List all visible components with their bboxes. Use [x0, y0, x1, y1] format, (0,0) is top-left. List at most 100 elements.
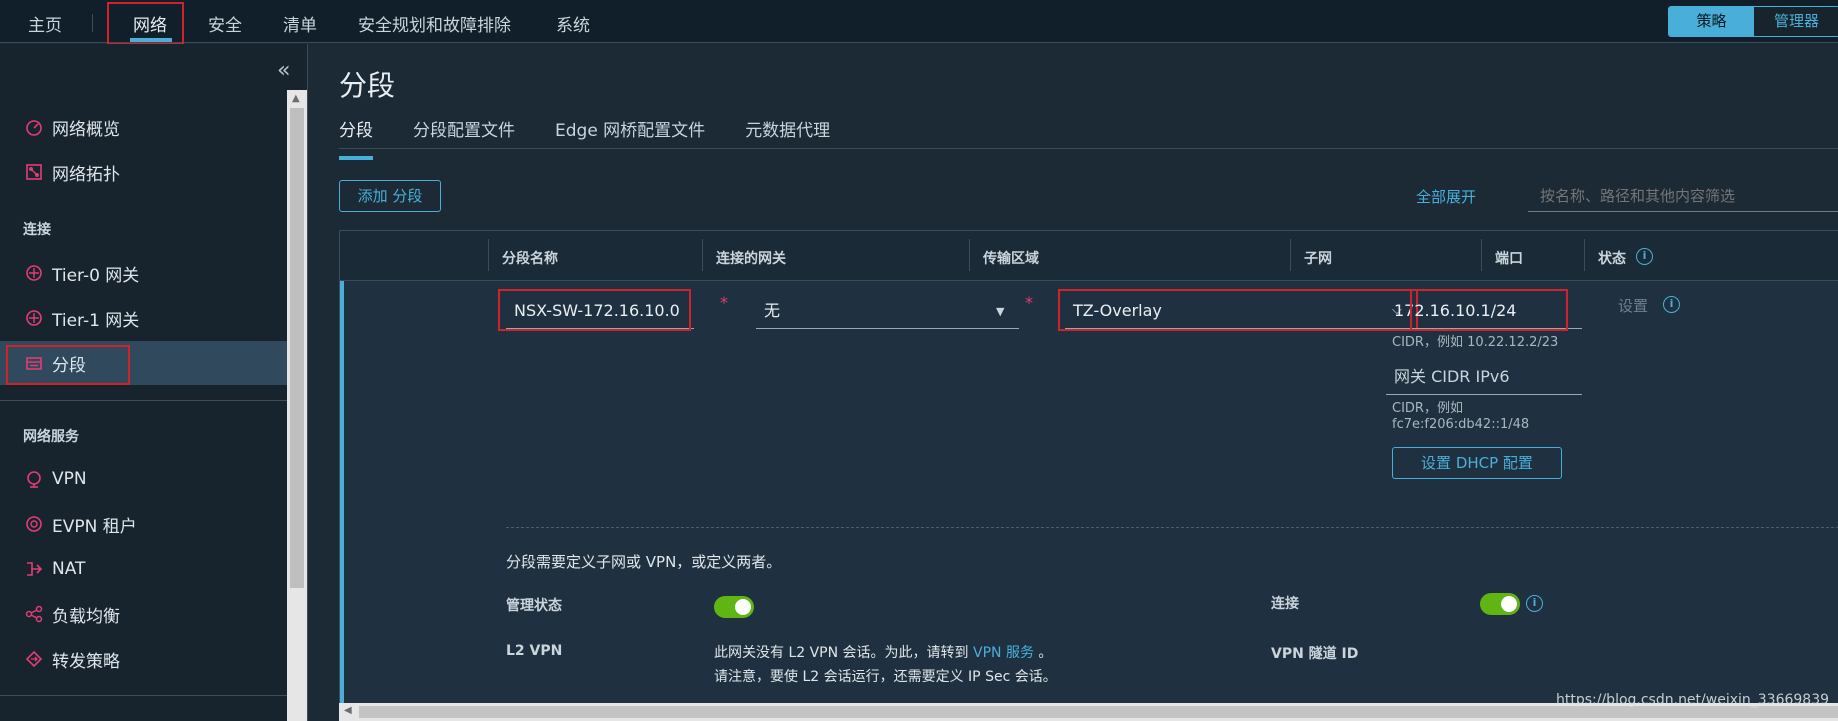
column-divider	[488, 239, 489, 271]
mode-switch: 策略 管理器	[1668, 6, 1838, 37]
ports-set-link: 设置	[1618, 297, 1649, 315]
connection-label: 连接	[1271, 596, 1299, 612]
nav-divider	[92, 14, 93, 32]
ipv6-hint-line-2: fc7e:f206:db42::1/48	[1392, 417, 1530, 432]
expand-all-link[interactable]: 全部展开	[1416, 186, 1476, 207]
column-header-connected-gateway[interactable]: 连接的网关	[716, 248, 786, 268]
sidebar-divider	[0, 400, 287, 401]
nav-plan-troubleshoot[interactable]: 安全规划和故障排除	[358, 11, 511, 36]
column-header-subnets[interactable]: 子网	[1304, 248, 1332, 268]
sidebar-item-label: 转发策略	[52, 651, 120, 672]
l2vpn-label: L2 VPN	[506, 643, 563, 659]
forwarding-policy-icon	[24, 649, 44, 669]
filter-input[interactable]	[1528, 180, 1838, 212]
sidebar-item-label: Tier-0 网关	[52, 265, 140, 286]
row-expanded-indicator	[340, 281, 344, 721]
nav-security[interactable]: 安全	[208, 11, 242, 36]
admin-state-toggle[interactable]	[714, 596, 754, 618]
connected-gateway-select[interactable]: 无	[756, 295, 1019, 329]
column-header-ports[interactable]: 端口	[1495, 248, 1523, 268]
sidebar-item-evpn-tenant[interactable]: EVPN 租户	[0, 502, 287, 546]
sidebar-item-load-balancing[interactable]: 负载均衡	[0, 592, 287, 636]
required-marker: *	[1025, 293, 1033, 312]
sidebar-item-forwarding-policy[interactable]: 转发策略	[0, 637, 287, 681]
highlight-box-transport-zone	[1058, 289, 1418, 331]
tab-metadata-proxy[interactable]: 元数据代理	[745, 116, 830, 146]
info-icon[interactable]: i	[1526, 595, 1543, 612]
tabs-divider	[339, 148, 1838, 149]
connection-toggle[interactable]	[1480, 593, 1520, 615]
sidebar-item-label: 负载均衡	[52, 606, 120, 627]
scroll-left-icon[interactable]: ◀	[344, 705, 352, 716]
vpn-services-link[interactable]: VPN 服务	[973, 645, 1034, 661]
sidebar-section-network-services: 网络服务	[23, 429, 79, 445]
scroll-up-icon[interactable]: ▲	[292, 93, 300, 104]
manager-mode-button[interactable]: 管理器	[1754, 7, 1838, 36]
sidebar-item-vpn[interactable]: VPN	[0, 457, 287, 501]
tab-bar: 分段 分段配置文件 Edge 网桥配置文件 元数据代理	[339, 116, 870, 160]
column-header-status[interactable]: 状态	[1598, 248, 1626, 268]
l2vpn-message-line-2: 请注意，要使 L2 会话运行，还需要定义 IP Sec 会话。	[714, 669, 1057, 685]
main-content: 分段 分段 分段配置文件 Edge 网桥配置文件 元数据代理 添加 分段 全部展…	[308, 44, 1838, 721]
column-divider	[1584, 239, 1585, 271]
chevron-down-icon[interactable]: ▼	[996, 305, 1004, 318]
nav-system[interactable]: 系统	[556, 11, 590, 36]
sidebar-scroll-thumb[interactable]	[290, 108, 304, 588]
info-icon[interactable]: i	[1636, 248, 1653, 265]
nav-inventory[interactable]: 清单	[283, 11, 317, 36]
sidebar-item-label: 网络拓扑	[52, 164, 120, 185]
column-divider	[1481, 239, 1482, 271]
l2vpn-message-line-1: 此网关没有 L2 VPN 会话。为此，请转到 VPN 服务 。	[714, 642, 1052, 662]
sidebar: « ▲ 网络概览 网络拓扑 连接 Tier-0 网关 Tier-1 网关 分段	[0, 44, 308, 721]
sidebar-item-network-overview[interactable]: 网络概览	[0, 105, 287, 149]
set-dhcp-config-button[interactable]: 设置 DHCP 配置	[1392, 447, 1562, 479]
section-divider	[506, 527, 1838, 528]
highlight-box-segments	[6, 345, 130, 385]
gateway-icon	[24, 308, 44, 328]
gateway-icon	[24, 263, 44, 283]
highlight-box-subnet	[1410, 289, 1568, 331]
highlight-box-networking	[107, 2, 184, 45]
topology-icon	[24, 162, 44, 182]
double-chevron-left-icon[interactable]: «	[277, 58, 290, 83]
policy-mode-button[interactable]: 策略	[1669, 7, 1754, 36]
l2vpn-message-end: 。	[1038, 645, 1053, 661]
sidebar-item-nat[interactable]: NAT	[0, 547, 287, 591]
sidebar-scrollbar[interactable]: ▲	[287, 90, 307, 721]
watermark: https://blog.csdn.net/weixin_33669839	[1556, 692, 1830, 708]
sidebar-item-tier0-gateways[interactable]: Tier-0 网关	[0, 251, 287, 295]
highlight-box-segment-name	[498, 289, 691, 331]
l2vpn-message-text: 此网关没有 L2 VPN 会话。为此，请转到	[714, 645, 969, 661]
column-header-transport-zone[interactable]: 传输区域	[983, 248, 1039, 268]
evpn-icon	[24, 514, 44, 534]
tab-edge-bridge-profiles[interactable]: Edge 网桥配置文件	[555, 116, 705, 146]
top-navigation: 主页 网络 安全 清单 安全规划和故障排除 系统 策略 管理器	[0, 0, 1838, 45]
nav-home[interactable]: 主页	[28, 11, 62, 36]
tab-segment-profiles[interactable]: 分段配置文件	[413, 116, 515, 146]
column-header-segment-name[interactable]: 分段名称	[502, 248, 558, 268]
subnet-hint: CIDR，例如 10.22.12.2/23	[1392, 335, 1559, 350]
sidebar-item-label: 网络概览	[52, 119, 120, 140]
segments-grid: 分段名称 连接的网关 传输区域 子网 端口 状态 i NSX-SW-172.16…	[339, 230, 1838, 721]
info-icon[interactable]: i	[1663, 296, 1680, 313]
admin-state-label: 管理状态	[506, 598, 562, 614]
column-divider	[702, 239, 703, 271]
column-divider	[969, 239, 970, 271]
column-divider	[1290, 239, 1291, 271]
load-balancer-icon	[24, 604, 44, 624]
vpn-icon	[24, 469, 44, 489]
sidebar-item-label: EVPN 租户	[52, 516, 137, 537]
sidebar-item-tier1-gateways[interactable]: Tier-1 网关	[0, 296, 287, 340]
sidebar-section-connectivity: 连接	[23, 222, 51, 238]
page-title: 分段	[339, 69, 396, 102]
grid-header: 分段名称 连接的网关 传输区域 子网 端口 状态 i	[340, 231, 1838, 281]
dashboard-icon	[24, 117, 44, 137]
add-segment-button[interactable]: 添加 分段	[339, 180, 441, 212]
sidebar-item-network-topology[interactable]: 网络拓扑	[0, 150, 287, 194]
nat-icon	[24, 559, 44, 579]
sidebar-item-label: NAT	[52, 559, 86, 579]
gateway-cidr-ipv6-input[interactable]: 网关 CIDR IPv6	[1386, 361, 1582, 395]
subnet-or-vpn-notice: 分段需要定义子网或 VPN，或定义两者。	[506, 553, 782, 571]
tab-segments[interactable]: 分段	[339, 116, 373, 160]
sidebar-item-label: VPN	[52, 469, 87, 489]
